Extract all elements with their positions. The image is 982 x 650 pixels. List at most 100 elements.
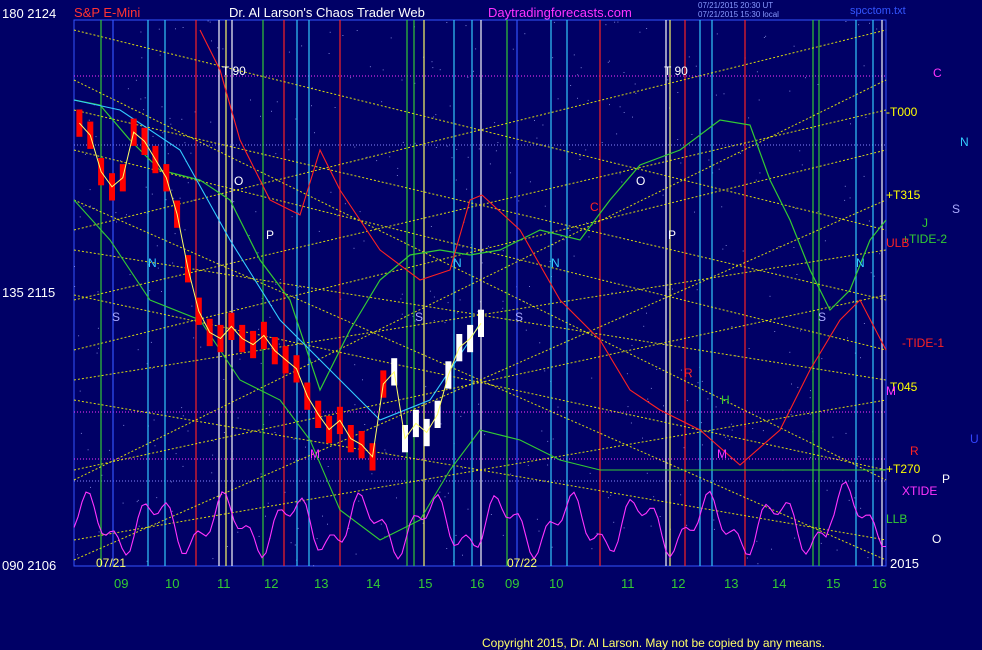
star-dot [322, 515, 323, 517]
star-dot [623, 527, 625, 529]
star-dot [810, 390, 811, 392]
star-dot [260, 473, 262, 475]
star-dot [462, 246, 464, 248]
x-tick-day1: 12 [264, 576, 279, 591]
star-dot [211, 40, 212, 42]
site-link[interactable]: Daytradingforecasts.com [488, 5, 632, 20]
star-dot [466, 188, 468, 190]
x-tick-day1: 15 [418, 576, 433, 591]
star-dot [596, 532, 598, 534]
star-dot [688, 56, 690, 58]
star-dot [446, 548, 448, 549]
star-dot [350, 77, 351, 79]
star-dot [390, 37, 392, 39]
star-dot [109, 449, 111, 451]
cyan-average-curve [73, 99, 483, 421]
star-dot [848, 499, 850, 501]
star-dot [397, 167, 399, 169]
star-dot [627, 406, 629, 408]
star-dot [425, 386, 427, 388]
star-dot [677, 139, 679, 140]
star-dot [850, 123, 851, 125]
star-dot [174, 233, 176, 235]
star-dot [467, 76, 469, 78]
x-tick-day2: 13 [724, 576, 739, 591]
star-dot [484, 434, 486, 436]
x-tick-day2: 16 [872, 576, 887, 591]
star-dot [451, 157, 453, 159]
star-dot [311, 105, 312, 107]
star-dot [293, 438, 295, 440]
star-dot [538, 530, 540, 532]
right-label-s: S [952, 202, 961, 216]
star-dot [89, 189, 91, 191]
star-dot [138, 525, 140, 527]
star-dot [695, 65, 697, 67]
star-dot [621, 181, 623, 183]
o-label-day2: O [636, 174, 646, 188]
n-label-a: N [148, 256, 157, 270]
star-dot [336, 215, 338, 217]
star-dot [318, 230, 320, 232]
star-dot [137, 499, 139, 501]
star-dot [122, 502, 124, 504]
star-dot [524, 33, 526, 35]
star-dot [591, 377, 593, 379]
r-label: R [684, 366, 693, 380]
star-dot [729, 439, 731, 441]
star-dot [402, 141, 404, 143]
star-dot [354, 364, 356, 366]
star-dot [860, 357, 861, 359]
star-dot [557, 98, 559, 100]
x-tick-day1: 10 [165, 576, 180, 591]
star-dot [143, 109, 145, 111]
star-dot [824, 240, 826, 242]
star-dot [385, 451, 387, 453]
star-dot [210, 121, 212, 123]
data-file-label: spcctom.txt [850, 5, 906, 17]
star-dot [580, 67, 582, 69]
star-dot [696, 289, 698, 291]
star-dot [805, 77, 806, 79]
star-dot [269, 316, 271, 318]
star-dot [96, 352, 98, 354]
star-dot [400, 298, 402, 300]
star-dot [258, 328, 260, 330]
copyright-notice: Copyright 2015, Dr. Al Larson. May not b… [482, 636, 825, 650]
star-dot [181, 407, 183, 409]
star-dot [796, 274, 798, 275]
star-dot [260, 115, 261, 117]
right-label-j: J [922, 216, 928, 230]
star-dot [295, 118, 297, 120]
star-dot [509, 172, 511, 174]
star-dot [154, 445, 156, 447]
x-tick-day2: 10 [549, 576, 564, 591]
x-tick-day2: 11 [621, 576, 635, 591]
star-dot [265, 515, 266, 517]
star-dot [680, 162, 682, 164]
c-label: C [590, 200, 599, 214]
star-dot [90, 486, 91, 488]
star-dot [611, 292, 613, 294]
star-dot [433, 320, 435, 321]
star-dot [149, 290, 151, 292]
star-dot [191, 305, 193, 307]
star-dot [560, 235, 562, 237]
star-dot [328, 53, 330, 54]
star-dot [181, 118, 183, 120]
star-dot [721, 206, 723, 208]
star-dot [759, 172, 761, 174]
right-label-m: M [886, 384, 896, 398]
star-dot [455, 179, 457, 181]
star-dot [739, 152, 741, 154]
star-dot [187, 430, 189, 432]
star-dot [330, 191, 332, 193]
right-label-t270: +T270 [886, 462, 921, 476]
star-dot [141, 57, 143, 59]
star-dot [444, 496, 446, 498]
star-dot [363, 240, 365, 242]
star-dot [809, 397, 811, 399]
star-dot [656, 369, 658, 370]
star-dot [156, 245, 158, 247]
star-dot [488, 245, 489, 247]
